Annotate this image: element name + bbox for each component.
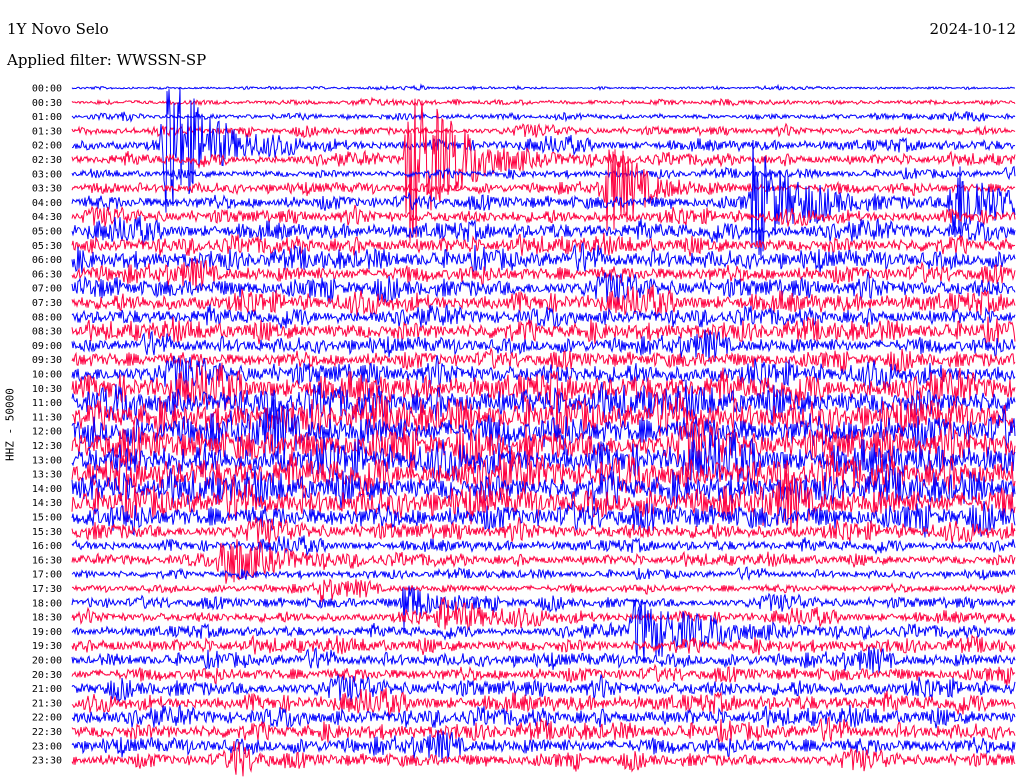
trace-0100 [71, 110, 1016, 123]
row-label: 06:00 [32, 255, 62, 266]
row-label: 13:30 [32, 470, 62, 481]
row-label: 00:00 [32, 84, 62, 95]
row-label: 11:00 [32, 398, 62, 409]
row-label: 18:30 [32, 613, 62, 624]
trace-1600 [71, 535, 1016, 557]
trace-0800 [71, 304, 1016, 329]
row-label: 19:30 [32, 641, 62, 652]
row-label: 05:00 [32, 227, 62, 238]
row-label: 16:00 [32, 541, 62, 552]
row-label: 07:30 [32, 298, 62, 309]
row-label: 13:00 [32, 455, 62, 466]
row-label: 06:30 [32, 269, 62, 280]
row-label: 08:00 [32, 312, 62, 323]
row-label: 04:00 [32, 198, 62, 209]
row-label: 07:00 [32, 284, 62, 295]
row-label: 17:00 [32, 570, 62, 581]
row-label: 08:30 [32, 327, 62, 338]
trace-0200 [71, 87, 1016, 213]
row-label: 12:30 [32, 441, 62, 452]
row-label: 16:30 [32, 555, 62, 566]
trace-0000 [71, 83, 1015, 91]
row-label: 19:00 [32, 627, 62, 638]
row-label: 23:30 [32, 756, 62, 767]
trace-1730 [71, 578, 1016, 603]
row-label: 18:00 [32, 598, 62, 609]
helicorder-plot: 00:00 00:30 01:00 01:30 02:00 02:30 03:00 03:30… [32, 83, 1016, 777]
row-label: 22:30 [32, 727, 62, 738]
row-label: 09:30 [32, 355, 62, 366]
row-label: 10:30 [32, 384, 62, 395]
row-label: 20:30 [32, 670, 62, 681]
row-label: 05:30 [32, 241, 62, 252]
row-label: 03:30 [32, 184, 62, 195]
trace-0030 [71, 96, 1016, 107]
row-label: 23:00 [32, 741, 62, 752]
row-label: 01:00 [32, 112, 62, 123]
trace-1530 [71, 515, 1016, 545]
row-label: 22:00 [32, 713, 62, 724]
row-label: 10:00 [32, 370, 62, 381]
trace-0500 [71, 215, 1016, 246]
row-label: 09:00 [32, 341, 62, 352]
row-label: 03:00 [32, 169, 62, 180]
row-label: 02:30 [32, 155, 62, 166]
row-label: 21:00 [32, 684, 62, 695]
row-label: 20:00 [32, 656, 62, 667]
row-label: 00:30 [32, 98, 62, 109]
trace-1800 [71, 585, 1016, 630]
row-label: 14:30 [32, 498, 62, 509]
row-label: 04:30 [32, 212, 62, 223]
row-label: 12:00 [32, 427, 62, 438]
row-label: 17:30 [32, 584, 62, 595]
row-label: 15:30 [32, 527, 62, 538]
row-label: 11:30 [32, 412, 62, 423]
row-label: 02:00 [32, 141, 62, 152]
row-label: 15:00 [32, 513, 62, 524]
row-label: 01:30 [32, 126, 62, 137]
row-label: 21:30 [32, 698, 62, 709]
trace-1700 [71, 566, 1016, 582]
row-label: 14:00 [32, 484, 62, 495]
trace-2000 [71, 646, 1016, 674]
trace-1830 [71, 597, 1016, 631]
trace-2100 [71, 673, 1016, 704]
trace-0300 [71, 165, 1016, 181]
